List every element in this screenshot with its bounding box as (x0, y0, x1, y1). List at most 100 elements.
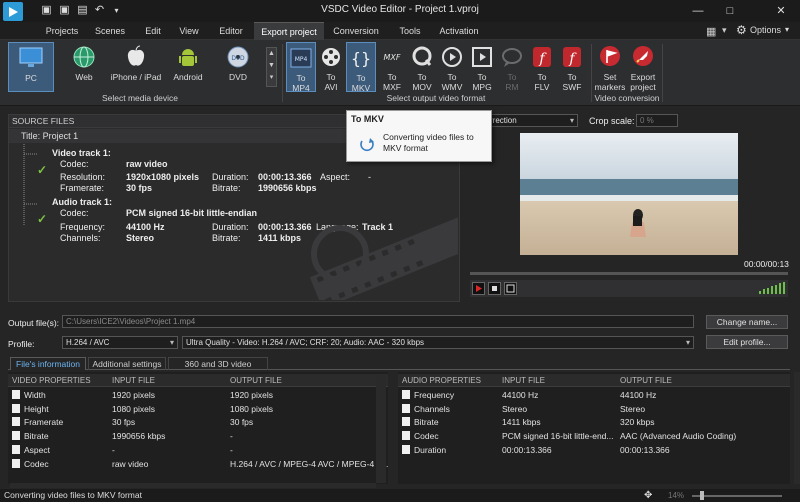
close-button[interactable]: ✕ (771, 3, 791, 19)
output-path-field[interactable] (62, 315, 694, 328)
audio-bitrate-value: 1411 kbps (258, 233, 302, 243)
options-dropdown-icon[interactable]: ▾ (785, 25, 789, 34)
video-table-cell: raw video (112, 458, 149, 469)
tab-files-information[interactable]: File's information (10, 357, 86, 370)
to-mp4-line1: To (296, 73, 306, 83)
zoom-slider[interactable] (692, 495, 782, 497)
braces-icon: {} (351, 49, 371, 68)
to-mxf-line1: To (387, 72, 397, 82)
frequency-value: 44100 Hz (126, 222, 165, 232)
video-table-cell: 1080 pixels (112, 403, 156, 414)
tab-360-3d-settings[interactable]: 360 and 3D video settings (168, 357, 268, 381)
audio-table-cell: Channels (402, 403, 450, 416)
mxf-icon: MXF (384, 53, 401, 62)
crop-scale-input[interactable]: 0 % (636, 114, 678, 127)
to-mkv-button[interactable]: {} To MKV (346, 42, 376, 92)
to-mxf-button[interactable]: MXF To MXF (377, 42, 407, 92)
tab-view[interactable]: View (172, 22, 206, 40)
tab-export-project[interactable]: Export project (254, 22, 324, 40)
tab-additional-settings[interactable]: Additional settings (88, 357, 166, 370)
gear-icon[interactable]: ⚙ (736, 23, 747, 37)
tab-conversion[interactable]: Conversion (330, 22, 382, 40)
dropdown-icon[interactable]: ▾ (722, 25, 727, 36)
codec-label: Codec: (60, 159, 89, 169)
to-rm-button[interactable]: To RM (497, 42, 527, 92)
audio-output-header: OUTPUT FILE (620, 376, 672, 385)
ribbon-separator (282, 44, 283, 102)
to-mp4-button[interactable]: MP4 To MP4 (286, 42, 316, 92)
fullscreen-button[interactable] (504, 282, 517, 295)
aspect-label: Aspect: (320, 172, 351, 182)
tab-activation[interactable]: Activation (434, 22, 484, 40)
crosshair-icon[interactable]: ✥ (644, 490, 652, 501)
to-flv-button[interactable]: f To FLV (527, 42, 557, 92)
device-android-button[interactable]: Android (166, 42, 210, 92)
property-name: Channels (414, 403, 450, 414)
stop-button[interactable] (488, 282, 501, 295)
device-scroll-buttons[interactable]: ▲ ▼ ▾ (266, 47, 277, 87)
video-output-header: OUTPUT FILE (230, 376, 282, 385)
export-project-line1: Export (630, 72, 656, 82)
status-text: Converting video files to MKV format (4, 490, 142, 500)
device-web-button[interactable]: Web (62, 42, 106, 92)
main-scrollbar[interactable] (794, 372, 800, 484)
change-name-button[interactable]: Change name... (706, 315, 788, 329)
correction-dropdown[interactable]: rrection ▾ (486, 114, 578, 127)
to-wmv-button[interactable]: To WMV (437, 42, 467, 92)
bitrate-label: Bitrate: (212, 183, 241, 193)
video-preview (520, 133, 738, 255)
crop-scale-value: 0 % (640, 116, 654, 125)
channels-value: Stereo (126, 233, 155, 243)
svg-text:MXF: MXF (384, 53, 401, 62)
device-iphone-button[interactable]: iPhone / iPad (108, 42, 164, 92)
to-swf-line2: SWF (562, 81, 582, 92)
to-swf-button[interactable]: f To SWF (557, 42, 587, 92)
video-table-hscrollbar[interactable] (10, 483, 376, 488)
to-mov-line2: MOV (412, 81, 432, 92)
edit-profile-button[interactable]: Edit profile... (706, 335, 788, 349)
property-name: Frequency (414, 390, 455, 400)
to-mkv-line2: MKV (351, 82, 371, 93)
tab-edit[interactable]: Edit (136, 22, 170, 40)
timeline-slider[interactable] (470, 272, 788, 275)
device-android-label: Android (173, 72, 203, 82)
to-mpg-button[interactable]: To MPG (467, 42, 497, 92)
video-table-scrollbar[interactable] (376, 375, 386, 483)
to-mov-button[interactable]: To MOV (407, 42, 437, 92)
options-label[interactable]: Options (750, 25, 781, 35)
device-dvd-button[interactable]: DVD DVD (214, 42, 262, 92)
export-project-button[interactable]: Export project (626, 42, 660, 92)
audio-table-cell: Stereo (502, 403, 528, 414)
tab-projects[interactable]: Projects (40, 22, 84, 40)
export-project-line2: project (630, 81, 656, 92)
property-icon (402, 417, 410, 427)
set-markers-button[interactable]: Set markers (594, 42, 626, 92)
quality-dropdown[interactable]: Ultra Quality - Video: H.264 / AVC; CRF:… (182, 336, 694, 349)
volume-icon[interactable] (758, 282, 786, 294)
correction-label: rrection (490, 116, 517, 125)
tab-editor[interactable]: Editor (212, 22, 250, 40)
property-icon (12, 431, 20, 441)
rocket-icon (633, 46, 653, 66)
set-markers-line1: Set (603, 72, 617, 82)
tab-scenes[interactable]: Scenes (88, 22, 132, 40)
device-pc-button[interactable]: PC (8, 42, 54, 92)
to-mxf-line2: MXF (383, 81, 401, 92)
audio-table-cell: 1411 kbps (502, 417, 541, 428)
property-icon (402, 444, 410, 454)
property-name: Height (24, 403, 49, 414)
tab-tools[interactable]: Tools (392, 22, 428, 40)
to-avi-button[interactable]: To AVI (316, 42, 346, 92)
zoom-slider-thumb[interactable] (700, 491, 704, 500)
layout-icon[interactable]: ▦ (706, 25, 716, 38)
film-reel-icon (322, 48, 340, 66)
record-button[interactable] (472, 282, 485, 295)
flash-icon: f (563, 47, 581, 67)
audio-table-cell: AAC (Advanced Audio Coding) (620, 431, 737, 442)
to-mp4-line2: MP4 (292, 82, 310, 93)
property-icon (12, 444, 20, 454)
minimize-button[interactable]: — (688, 3, 708, 19)
playback-time: 00:00/00:13 (744, 259, 789, 269)
maximize-button[interactable]: □ (720, 3, 740, 19)
profile-dropdown[interactable]: H.264 / AVC ▾ (62, 336, 178, 349)
